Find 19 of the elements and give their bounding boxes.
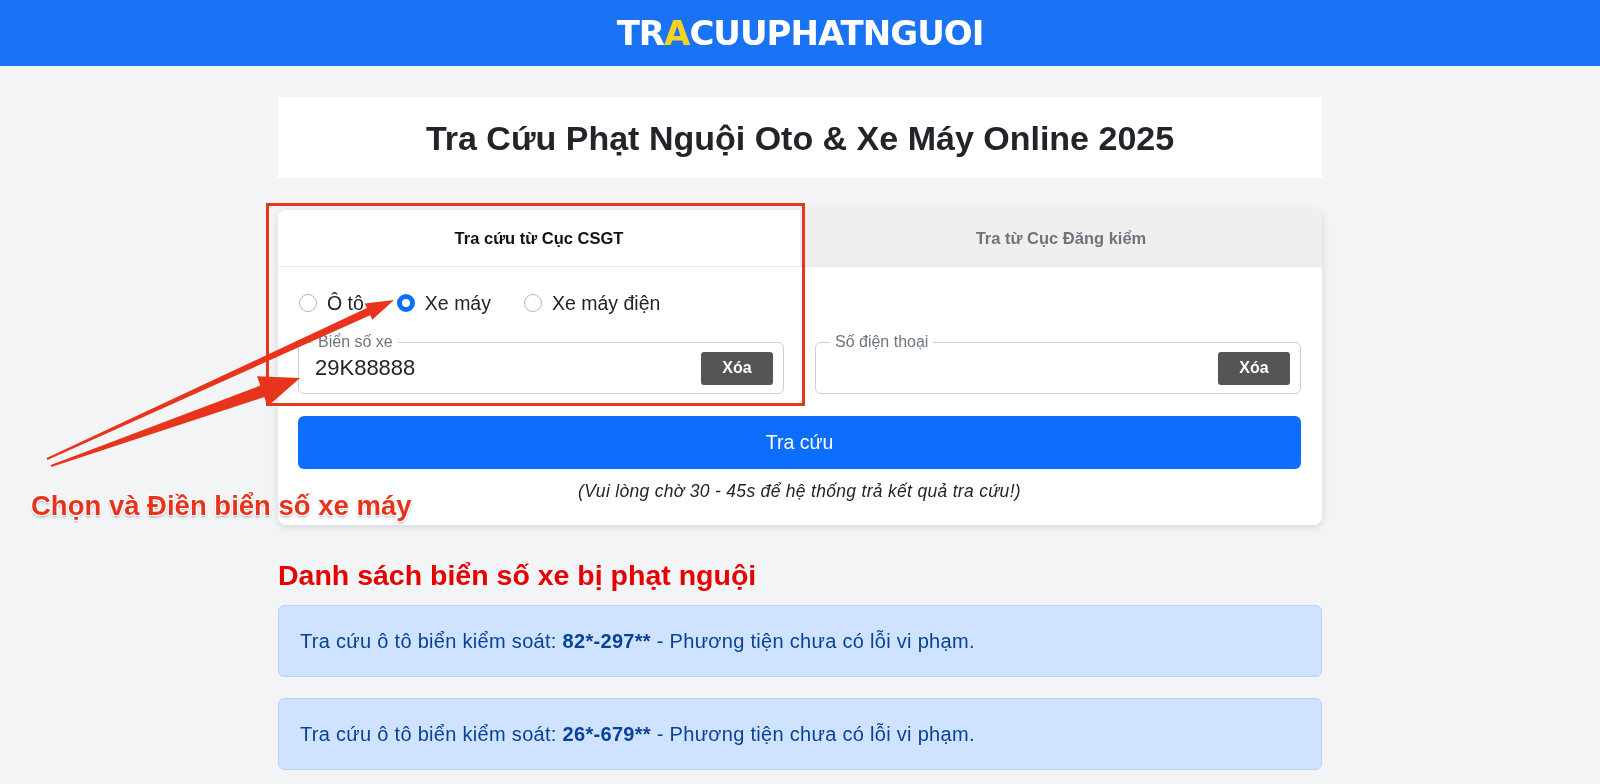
page-title: Tra Cứu Phạt Nguội Oto & Xe Máy Online 2025 <box>425 117 1175 159</box>
radio-button[interactable] <box>523 294 542 312</box>
wait-note: (Vui lòng chờ 30 - 45s để hệ thống trả kết quả tra cứu!) <box>577 481 1022 501</box>
clear-button[interactable]: Xóa <box>701 351 773 385</box>
info-alert: Tra cứu ô tô biển kiểm soát: 26*-679** - Phương tiện chưa có lỗi vi phạm. <box>278 698 1322 770</box>
info-alert: Tra cứu ô tô biển kiểm soát: 82*-297** - Phương tiện chưa có lỗi vi phạm. <box>278 605 1322 677</box>
site-logo[interactable]: TRACUUPHATNGUOI <box>616 13 984 53</box>
radio-label: Xe máy điện <box>551 292 661 314</box>
annotation-label: Chọn và Điền biển số xe máy <box>31 490 412 522</box>
radio-button[interactable] <box>396 294 415 312</box>
radio-button[interactable] <box>299 294 317 312</box>
radio-label: Xe máy <box>424 292 491 314</box>
tab[interactable]: Tra cứu từ Cục CSGT <box>278 210 800 266</box>
list-heading: Danh sách biển số xe bị phạt nguội <box>278 558 758 592</box>
radio-label: Ô tô <box>327 292 364 314</box>
clear-button[interactable]: Xóa <box>1218 351 1290 385</box>
input-field[interactable]: Số điện thoại Xóa <box>815 333 1301 394</box>
search-button[interactable]: Tra cứu <box>298 416 1301 469</box>
tab[interactable]: Tra từ Cục Đăng kiểm <box>800 210 1322 266</box>
